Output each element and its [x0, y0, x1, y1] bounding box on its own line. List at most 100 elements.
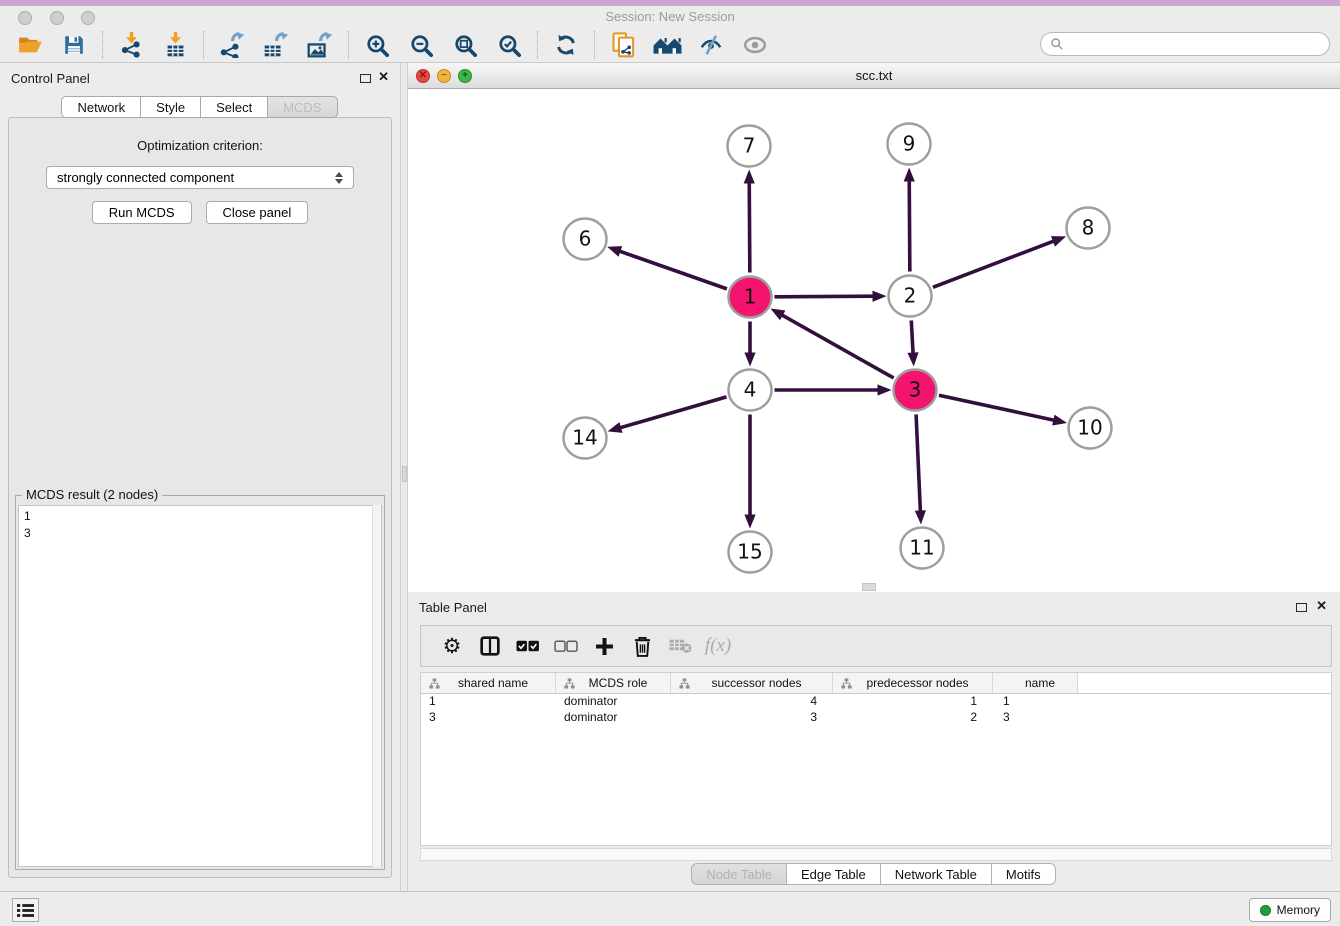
import-table-button[interactable]: [153, 30, 197, 60]
show-all-button[interactable]: [733, 30, 777, 60]
edge-2-9[interactable]: [904, 167, 915, 271]
edge-3-11[interactable]: [915, 414, 926, 524]
edge-1-7[interactable]: [744, 169, 755, 272]
zoom-selected-button[interactable]: [487, 30, 531, 60]
cell-successor-nodes: 4: [671, 694, 833, 710]
refresh-button[interactable]: [544, 30, 588, 60]
search-input[interactable]: [1069, 37, 1320, 51]
node-15[interactable]: 15: [729, 532, 772, 573]
edge-4-14[interactable]: [608, 397, 727, 433]
export-network-button[interactable]: [210, 30, 254, 60]
edge-2-8[interactable]: [933, 236, 1066, 287]
column-header-mcds-role[interactable]: MCDS role: [556, 673, 671, 693]
first-neighbors-button[interactable]: [645, 30, 689, 60]
main-toolbar-groups: [8, 30, 777, 60]
export-image-button[interactable]: [298, 30, 342, 60]
mcds-button-row: Run MCDS Close panel: [9, 201, 391, 224]
network-canvas[interactable]: 7 9 6 8 1 2 4 3 14 10 15 11: [408, 89, 1340, 592]
edge-2-3[interactable]: [907, 320, 918, 366]
settings-button[interactable]: ⚙: [433, 629, 471, 663]
node-3[interactable]: 3: [894, 370, 937, 411]
edge-3-10[interactable]: [939, 395, 1067, 425]
table-row[interactable]: 3dominator323: [421, 710, 1331, 726]
result-scrollbar[interactable]: [372, 505, 381, 867]
node-7[interactable]: 7: [728, 126, 771, 167]
edge-1-2[interactable]: [774, 291, 886, 302]
vertical-splitter[interactable]: [400, 63, 408, 891]
table-panel-tabs: Node TableEdge TableNetwork TableMotifs: [408, 863, 1340, 885]
table-horizontal-scrollbar[interactable]: [420, 848, 1332, 861]
save-session-button[interactable]: [52, 30, 96, 60]
close-panel-button[interactable]: Close panel: [206, 201, 309, 224]
clone-network-button[interactable]: [601, 30, 645, 60]
tab-select[interactable]: Select: [200, 96, 268, 118]
edge-4-15[interactable]: [744, 415, 755, 529]
edge-1-6[interactable]: [607, 246, 727, 289]
node-14[interactable]: 14: [564, 418, 607, 459]
window-titlebar[interactable]: Session: New Session: [0, 6, 1340, 28]
deselect-all-button[interactable]: [547, 629, 585, 663]
export-table-button[interactable]: [254, 30, 298, 60]
arrowhead-icon: [744, 353, 755, 367]
zoom-out-button[interactable]: [399, 30, 443, 60]
add-row-button[interactable]: [585, 629, 623, 663]
node-6[interactable]: 6: [564, 219, 607, 260]
function-icon: f(x): [705, 635, 731, 657]
memory-button[interactable]: Memory: [1249, 898, 1331, 922]
columns-button[interactable]: [471, 629, 509, 663]
task-history-button[interactable]: [12, 898, 39, 922]
column-header-name[interactable]: name: [993, 673, 1078, 693]
control-panel-float-icon[interactable]: [360, 74, 371, 83]
delete-table-icon: [669, 638, 692, 654]
edge-4-3[interactable]: [775, 384, 892, 395]
canvas-splitter-grip[interactable]: [862, 583, 876, 591]
arrowhead-icon: [872, 291, 886, 302]
cell-successor-nodes: 3: [671, 710, 833, 726]
zoom-in-button[interactable]: [355, 30, 399, 60]
run-mcds-button[interactable]: Run MCDS: [92, 201, 192, 224]
tab-mcds[interactable]: MCDS: [267, 96, 337, 118]
tab-network[interactable]: Network: [61, 96, 141, 118]
hide-selected-button[interactable]: [689, 30, 733, 60]
select-all-button[interactable]: [509, 629, 547, 663]
edge-1-4[interactable]: [744, 322, 755, 367]
control-panel-close-icon[interactable]: ✕: [378, 69, 389, 85]
list-icon: [17, 903, 34, 918]
toolbar-separator: [537, 31, 538, 59]
column-header-shared-name[interactable]: shared name: [421, 673, 556, 693]
hide-selected-icon: [699, 34, 723, 56]
table-panel-float-icon[interactable]: [1296, 603, 1307, 612]
node-8[interactable]: 8: [1067, 208, 1110, 249]
tab-edge-table[interactable]: Edge Table: [786, 863, 881, 885]
tab-style[interactable]: Style: [140, 96, 201, 118]
node-11[interactable]: 11: [901, 528, 944, 569]
splitter-grip[interactable]: [402, 466, 407, 482]
table-row[interactable]: 1dominator411: [421, 694, 1331, 710]
search-field[interactable]: [1040, 32, 1330, 56]
zoom-fit-button[interactable]: [443, 30, 487, 60]
node-4[interactable]: 4: [729, 370, 772, 411]
mcds-result-text[interactable]: 1 3: [18, 505, 382, 867]
node-1[interactable]: 1: [729, 277, 772, 318]
column-header-predecessor-nodes[interactable]: predecessor nodes: [833, 673, 993, 693]
delete-row-button[interactable]: [623, 629, 661, 663]
arrowhead-icon: [878, 384, 892, 395]
tab-network-table[interactable]: Network Table: [880, 863, 992, 885]
delete-table-button: [661, 629, 699, 663]
clone-network-icon: [612, 32, 635, 58]
node-2[interactable]: 2: [889, 276, 932, 317]
network-window-titlebar[interactable]: ✕ − + scc.txt: [408, 63, 1340, 89]
edge-3-1[interactable]: [770, 309, 893, 378]
tab-motifs[interactable]: Motifs: [991, 863, 1056, 885]
table-panel-close-icon[interactable]: ✕: [1316, 598, 1327, 614]
cell-mcds-role: dominator: [556, 694, 671, 710]
criterion-dropdown[interactable]: strongly connected component: [46, 166, 354, 189]
open-file-button[interactable]: [8, 30, 52, 60]
column-header-successor-nodes[interactable]: successor nodes: [671, 673, 833, 693]
import-network-button[interactable]: [109, 30, 153, 60]
node-9[interactable]: 9: [888, 124, 931, 165]
node-10[interactable]: 10: [1069, 408, 1112, 449]
window-title: Session: New Session: [0, 9, 1340, 24]
arrowhead-icon: [607, 246, 622, 257]
tab-node-table[interactable]: Node Table: [691, 863, 787, 885]
